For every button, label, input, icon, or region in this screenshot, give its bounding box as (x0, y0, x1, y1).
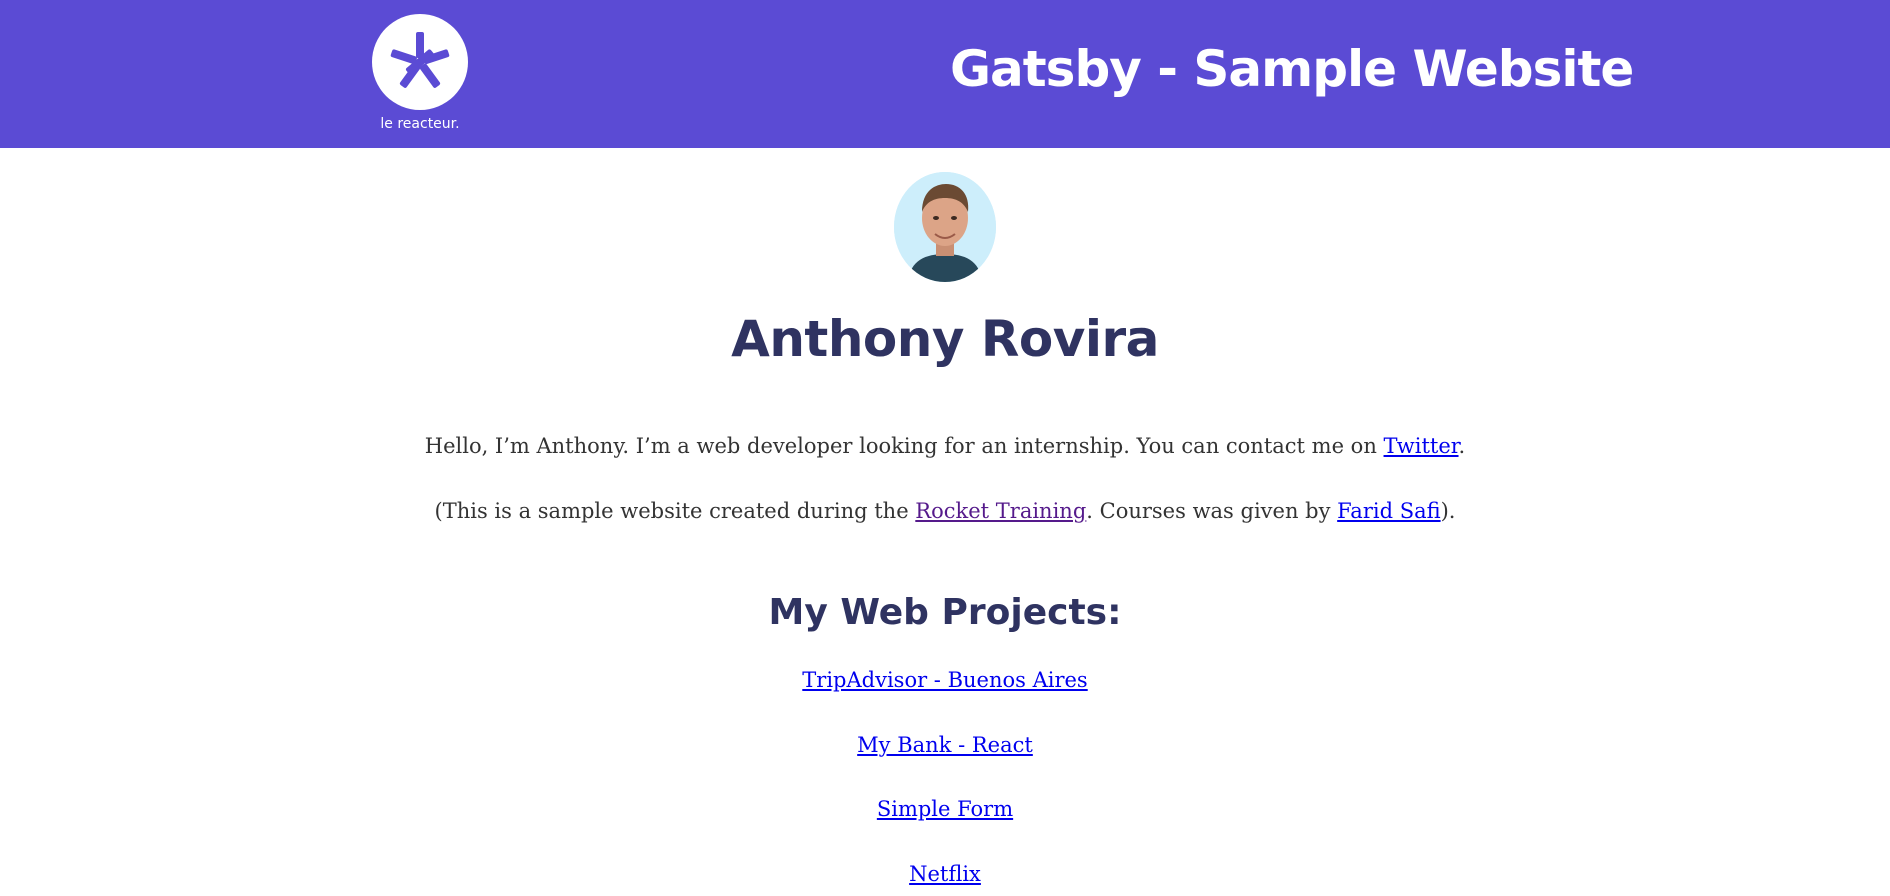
project-link-my-bank[interactable]: My Bank - React (857, 733, 1033, 757)
note-paragraph: (This is a sample website created during… (0, 499, 1890, 523)
intro-text: Hello, I’m Anthony. I’m a web developer … (424, 434, 1384, 458)
list-item: Netflix (0, 862, 1890, 886)
farid-safi-link[interactable]: Farid Safi (1337, 499, 1440, 523)
project-link-simple-form[interactable]: Simple Form (877, 797, 1013, 821)
note-text-2: . Courses was given by (1086, 499, 1338, 523)
projects-heading: My Web Projects: (768, 592, 1122, 633)
intro-text-end: . (1458, 434, 1466, 458)
logo-link[interactable]: le reacteur. (372, 14, 468, 138)
rocket-training-link[interactable]: Rocket Training (915, 499, 1086, 523)
logo-text: le reacteur. (380, 116, 460, 132)
list-item: Simple Form (0, 797, 1890, 821)
project-link-netflix[interactable]: Netflix (909, 862, 981, 886)
list-item: TripAdvisor - Buenos Aires (0, 668, 1890, 692)
note-text-1: (This is a sample website created during… (434, 499, 916, 523)
profile-photo (894, 172, 996, 282)
profile-name: Anthony Rovira (731, 310, 1159, 368)
intro-paragraph: Hello, I’m Anthony. I’m a web developer … (0, 434, 1890, 458)
le-reacteur-logo-icon (372, 14, 468, 110)
project-link-tripadvisor[interactable]: TripAdvisor - Buenos Aires (802, 668, 1087, 692)
list-item: My Bank - React (0, 733, 1890, 757)
note-text-3: ). (1440, 499, 1456, 523)
twitter-link[interactable]: Twitter (1384, 434, 1459, 458)
site-header: le reacteur. Gatsby - Sample Website (0, 0, 1890, 148)
site-title: Gatsby - Sample Website (950, 40, 1634, 98)
